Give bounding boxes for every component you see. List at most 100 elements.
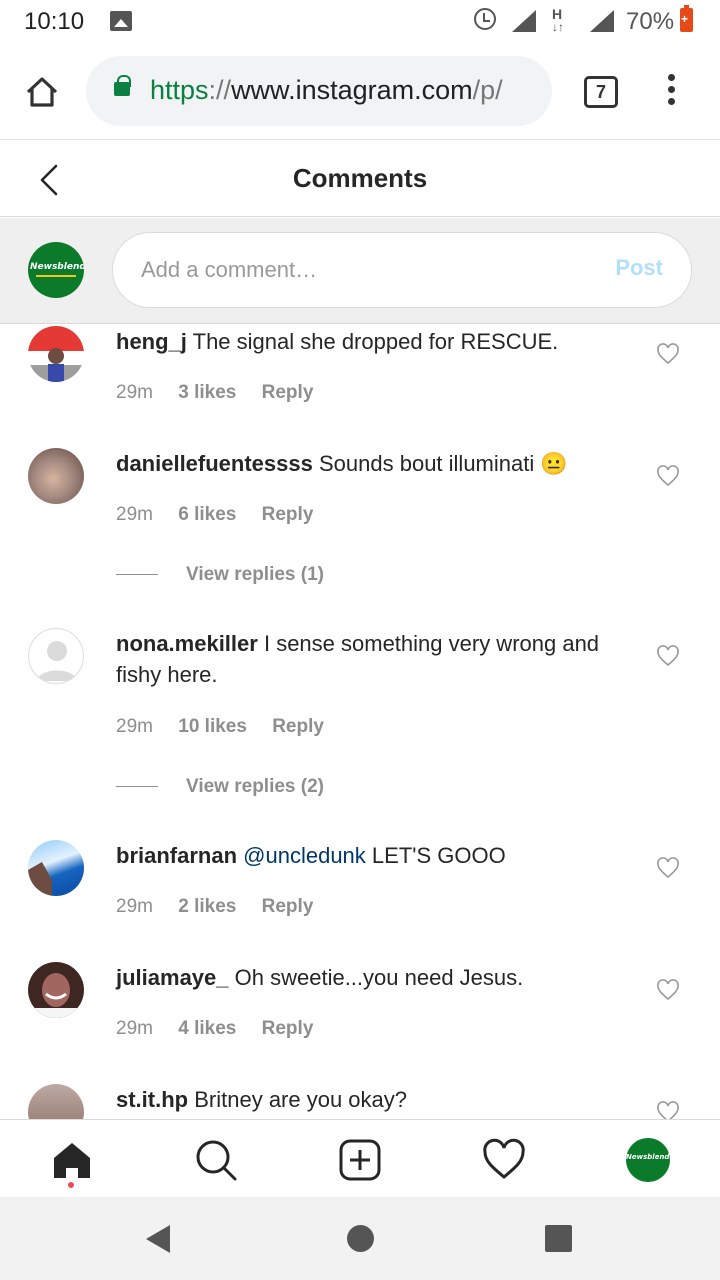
- status-bar: 10:10 H ↓↑ 70%: [0, 0, 720, 44]
- comment-likes[interactable]: 10 likes: [178, 716, 247, 737]
- comment-username[interactable]: nona.mekiller: [116, 631, 258, 656]
- reply-button[interactable]: Reply: [272, 716, 324, 737]
- comment-text: brianfarnan @uncledunk LET'S GOOO: [116, 840, 616, 871]
- replies-divider: [116, 574, 158, 576]
- list-item: juliamaye_ Oh sweetie...you need Jesus. …: [0, 960, 720, 1060]
- comment-meta: 29m 3 likes Reply: [116, 382, 313, 404]
- search-icon[interactable]: [194, 1138, 238, 1182]
- image-notification-icon: [110, 11, 132, 31]
- comment-username[interactable]: juliamaye_: [116, 965, 229, 990]
- avatar[interactable]: [28, 1084, 84, 1119]
- list-item: heng_j The signal she dropped for RESCUE…: [0, 324, 720, 424]
- comment-time: 29m: [116, 382, 153, 403]
- list-item: brianfarnan @uncledunk LET'S GOOO 29m 2 …: [0, 838, 720, 938]
- comment-mention-link[interactable]: @uncledunk: [243, 843, 366, 868]
- comment-likes[interactable]: 4 likes: [178, 1018, 236, 1039]
- avatar-logo-text: Newsblenda: [30, 262, 84, 272]
- alarm-icon: [474, 8, 496, 30]
- comment-text: st.it.hp Britney are you okay?: [116, 1084, 616, 1115]
- notification-dot: [68, 1182, 74, 1188]
- view-replies-button[interactable]: View replies (1): [116, 564, 324, 586]
- system-home-icon[interactable]: [347, 1225, 374, 1252]
- replies-divider: [116, 786, 158, 788]
- home-icon[interactable]: [24, 74, 60, 110]
- comment-text: juliamaye_ Oh sweetie...you need Jesus.: [116, 962, 616, 993]
- comment-time: 29m: [116, 896, 153, 917]
- reply-button[interactable]: Reply: [262, 896, 314, 917]
- comment-message: Sounds bout illuminati 😐: [319, 451, 568, 476]
- url-path: /p/: [472, 75, 503, 105]
- page-title: Comments: [292, 163, 428, 193]
- comment-meta: 29m 10 likes Reply: [116, 716, 324, 738]
- comment-input[interactable]: [141, 251, 581, 289]
- lock-icon: [114, 75, 131, 96]
- system-back-icon[interactable]: [146, 1225, 170, 1253]
- comment-meta: 29m 6 likes Reply: [116, 504, 313, 526]
- list-item: nona.mekiller I sense something very wro…: [0, 626, 720, 806]
- heart-icon[interactable]: [656, 856, 680, 880]
- url-text[interactable]: https://www.instagram.com/p/: [150, 75, 540, 106]
- reply-button[interactable]: Reply: [262, 382, 314, 403]
- home-nav-icon[interactable]: [50, 1138, 94, 1182]
- signal-icon-2: [590, 10, 614, 32]
- comment-likes[interactable]: 6 likes: [178, 504, 236, 525]
- heart-icon[interactable]: [656, 644, 680, 668]
- avatar[interactable]: [28, 962, 84, 1018]
- comment-message: The signal she dropped for RESCUE.: [192, 329, 559, 354]
- comment-text: nona.mekiller I sense something very wro…: [116, 628, 616, 690]
- post-button[interactable]: Post: [615, 255, 663, 281]
- comment-username[interactable]: daniellefuentessss: [116, 451, 313, 476]
- comment-list[interactable]: heng_j The signal she dropped for RESCUE…: [0, 324, 720, 1119]
- comment-likes[interactable]: 2 likes: [178, 896, 236, 917]
- heart-icon[interactable]: [656, 464, 680, 488]
- avatar-logo-text: Newsblenda: [626, 1153, 670, 1161]
- current-user-avatar: Newsblenda: [28, 242, 84, 298]
- comment-message: Oh sweetie...you need Jesus.: [234, 965, 524, 990]
- avatar[interactable]: [28, 326, 84, 382]
- comment-message: LET'S GOOO: [371, 843, 506, 868]
- list-item: daniellefuentessss Sounds bout illuminat…: [0, 446, 720, 606]
- reply-button[interactable]: Reply: [262, 504, 314, 525]
- bottom-navigation: Newsblenda: [0, 1119, 720, 1197]
- url-host: www.instagram.com: [231, 75, 473, 105]
- heart-icon[interactable]: [656, 978, 680, 1002]
- avatar[interactable]: [28, 628, 84, 684]
- heart-icon[interactable]: [656, 342, 680, 366]
- heart-activity-icon[interactable]: [482, 1138, 526, 1182]
- comment-username[interactable]: heng_j: [116, 329, 187, 354]
- system-recents-icon[interactable]: [545, 1225, 572, 1252]
- comment-text: daniellefuentessss Sounds bout illuminat…: [116, 448, 616, 479]
- view-replies-label: View replies (1): [186, 564, 324, 585]
- comments-header: Comments: [0, 141, 720, 217]
- battery-charging-icon: [680, 5, 693, 32]
- list-item: st.it.hp Britney are you okay?: [0, 1082, 720, 1119]
- avatar[interactable]: [28, 840, 84, 896]
- comment-meta: 29m 2 likes Reply: [116, 896, 313, 918]
- comment-time: 29m: [116, 504, 153, 525]
- url-scheme: https: [150, 75, 209, 105]
- comment-likes[interactable]: 3 likes: [178, 382, 236, 403]
- tab-switcher-button[interactable]: 7: [584, 76, 618, 108]
- system-navigation-bar: [0, 1197, 720, 1280]
- comment-message: Britney are you okay?: [194, 1087, 408, 1112]
- new-post-icon[interactable]: [338, 1138, 382, 1182]
- heart-icon[interactable]: [656, 1100, 680, 1119]
- url-bar[interactable]: https://www.instagram.com/p/: [86, 56, 552, 126]
- comment-meta: 29m 4 likes Reply: [116, 1018, 313, 1040]
- reply-button[interactable]: Reply: [262, 1018, 314, 1039]
- view-replies-label: View replies (2): [186, 776, 324, 797]
- profile-avatar[interactable]: Newsblenda: [626, 1138, 670, 1182]
- battery-percent: 70%: [626, 8, 675, 35]
- view-replies-button[interactable]: View replies (2): [116, 776, 324, 798]
- comment-time: 29m: [116, 716, 153, 737]
- url-separator: ://: [208, 75, 232, 105]
- comment-composer: Newsblenda Post: [0, 218, 720, 324]
- comment-username[interactable]: st.it.hp: [116, 1087, 188, 1112]
- browser-toolbar: https://www.instagram.com/p/ 7: [0, 44, 720, 140]
- comment-username[interactable]: brianfarnan: [116, 843, 237, 868]
- status-time: 10:10: [24, 8, 85, 35]
- avatar[interactable]: [28, 448, 84, 504]
- comment-input-wrapper: Post: [112, 232, 692, 308]
- signal-icon: [512, 10, 536, 32]
- more-menu-icon[interactable]: [664, 74, 678, 110]
